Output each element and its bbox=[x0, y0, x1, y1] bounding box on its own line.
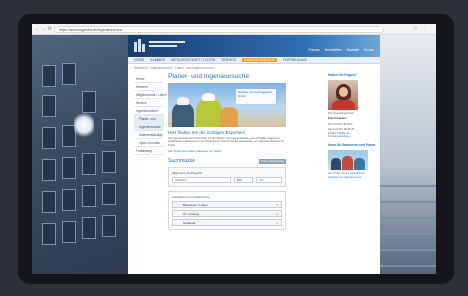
side-navigation: Home Kammer Mitgliedschaft / Listen Serv… bbox=[134, 75, 167, 155]
sidenav-item-kammer[interactable]: Kammer bbox=[134, 83, 164, 91]
sidenav-item-journals[interactable]: Open Journals bbox=[134, 139, 164, 147]
light-reflection bbox=[74, 112, 94, 138]
office-building-photo-right bbox=[380, 35, 436, 274]
reset-search-button[interactable]: Suche zurücksetzen bbox=[258, 158, 286, 164]
sidenav-item-ingenieursuche[interactable]: Ingenieursuche bbox=[134, 107, 164, 115]
ort-input[interactable]: Ort bbox=[256, 177, 282, 183]
kammer-logo-icon[interactable] bbox=[134, 39, 146, 52]
search-box-label: Allgemeine Suchbegriffe bbox=[172, 171, 203, 175]
chevron-down-icon: ▾ bbox=[276, 221, 278, 225]
browser-menu-icons[interactable]: ☆ ⋮ bbox=[413, 26, 430, 32]
search-form-heading: Suchmaske Suche zurücksetzen bbox=[168, 158, 286, 164]
contact-name: Frau Kortmann bbox=[328, 117, 347, 121]
browser-toolbar: ← → ⟳ https://www.ingpedia.de/ingenieurs… bbox=[32, 24, 436, 35]
chevron-down-icon: ▾ bbox=[276, 212, 278, 216]
nav-kammer[interactable]: KAMMER bbox=[150, 58, 165, 62]
sidenav-item-planer[interactable]: Planer- und bbox=[134, 115, 164, 123]
top-links: Presse Newsletter Kontakt Suche bbox=[308, 48, 374, 52]
top-link-suche[interactable]: Suche bbox=[364, 48, 374, 52]
nav-fortbildung[interactable]: FORTBILDUNG bbox=[283, 58, 307, 62]
top-link-kontakt[interactable]: Kontakt bbox=[347, 48, 359, 52]
search-field-row: Suchwort PLZ Ort bbox=[172, 177, 282, 183]
filter-item-label: Bauwesen / Listen bbox=[183, 203, 208, 207]
chevron-down-icon: ▾ bbox=[276, 203, 278, 207]
page-title: Planer- und Ingenieursuche bbox=[168, 73, 250, 80]
sidenav-item-mitgliedschaft[interactable]: Mitgliedschaft / Listen bbox=[134, 91, 167, 99]
browser-nav-icons[interactable]: ← → ⟳ bbox=[35, 26, 52, 33]
nav-ingenieursuche[interactable]: INGENIEURSUCHE bbox=[242, 58, 277, 62]
contact-link[interactable]: Kontakt aufnehmen bbox=[328, 135, 374, 138]
filter-item[interactable]: Ihr Leistung ▾ bbox=[172, 210, 282, 217]
screen: ← → ⟳ https://www.ingpedia.de/ingenieurs… bbox=[32, 24, 436, 274]
team-heading: Ideen für Bauherren und Planer bbox=[328, 143, 376, 148]
sidenav-item-home[interactable]: Home bbox=[134, 75, 164, 83]
office-building-photo-left bbox=[32, 35, 128, 274]
contact-person-photo bbox=[328, 80, 358, 110]
breadcrumb: Startseite › Ingenieursuche › Planer- un… bbox=[134, 66, 215, 70]
hero-overlay: Suchen und Auftraggeber finden bbox=[236, 89, 276, 104]
contact-phone: Tel. 0 23 06 / 99 25-0 bbox=[328, 122, 353, 126]
right-sidebar: Haben Sie Fragen? Ihre Ansprechpartnerin… bbox=[328, 73, 376, 179]
main-content: Planer- und Ingenieursuche Suchen und Au… bbox=[168, 73, 326, 230]
search-hints-link[interactable]: Hier finden Sie weitere Hinweise zur Suc… bbox=[168, 149, 326, 153]
plz-input[interactable]: PLZ bbox=[233, 177, 254, 183]
intro-text: Die Ingenieurkammer bietet Ihnen mit der… bbox=[168, 137, 285, 147]
sidenav-item-planer-cont[interactable]: Ingenieursuche bbox=[134, 123, 164, 131]
search-box: Allgemeine Suchbegriffe Suchwort PLZ Ort bbox=[168, 167, 286, 187]
section-subtitle: Hier finden Sie die richtigen Experten! bbox=[168, 130, 246, 135]
address-bar[interactable]: https://www.ingpedia.de/ingenieursuche bbox=[54, 26, 384, 33]
sidenav-item-service[interactable]: Service bbox=[134, 99, 164, 107]
keyword-input[interactable]: Suchwort bbox=[172, 177, 231, 183]
filter-list-label: Auswählen einer Fachrichtung bbox=[172, 195, 210, 199]
top-link-newsletter[interactable]: Newsletter bbox=[325, 48, 342, 52]
filter-item-label: Ihr Leistung bbox=[183, 212, 199, 216]
sidenav-item-fortbildung[interactable]: Fortbildung bbox=[134, 147, 164, 155]
team-photo bbox=[328, 150, 368, 171]
main-navigation: HOME KAMMER MITGLIEDSCHAFT / LISTEN SERV… bbox=[128, 57, 380, 64]
top-link-presse[interactable]: Presse bbox=[308, 48, 319, 52]
search-form-title: Suchmaske bbox=[168, 158, 196, 164]
logo-wordmark bbox=[149, 41, 189, 49]
contact-role: Ihre Ansprechpartnerin bbox=[328, 112, 355, 115]
team-caption-link[interactable]: Hier finden Sie die wesentlichen Hinweis… bbox=[328, 172, 372, 179]
filter-item-label: Gebäude bbox=[183, 221, 196, 225]
contact-heading: Haben Sie Fragen? bbox=[328, 73, 357, 77]
nav-mitgliedschaft[interactable]: MITGLIEDSCHAFT / LISTEN bbox=[171, 58, 215, 62]
filter-item[interactable]: Bauwesen / Listen ▾ bbox=[172, 201, 282, 208]
site-header: Presse Newsletter Kontakt Suche bbox=[128, 35, 380, 57]
nav-home[interactable]: HOME bbox=[134, 58, 144, 62]
hero-image-engineers: Suchen und Auftraggeber finden bbox=[168, 83, 286, 127]
discipline-filter-list: Auswählen einer Fachrichtung Bauwesen / … bbox=[168, 191, 286, 230]
filter-item[interactable]: Gebäude ▾ bbox=[172, 219, 282, 226]
website-page: Presse Newsletter Kontakt Suche HOME KAM… bbox=[128, 35, 380, 274]
sidenav-item-sachverstaendige[interactable]: Sachverständige bbox=[134, 131, 164, 139]
nav-service[interactable]: SERVICE bbox=[221, 58, 236, 62]
